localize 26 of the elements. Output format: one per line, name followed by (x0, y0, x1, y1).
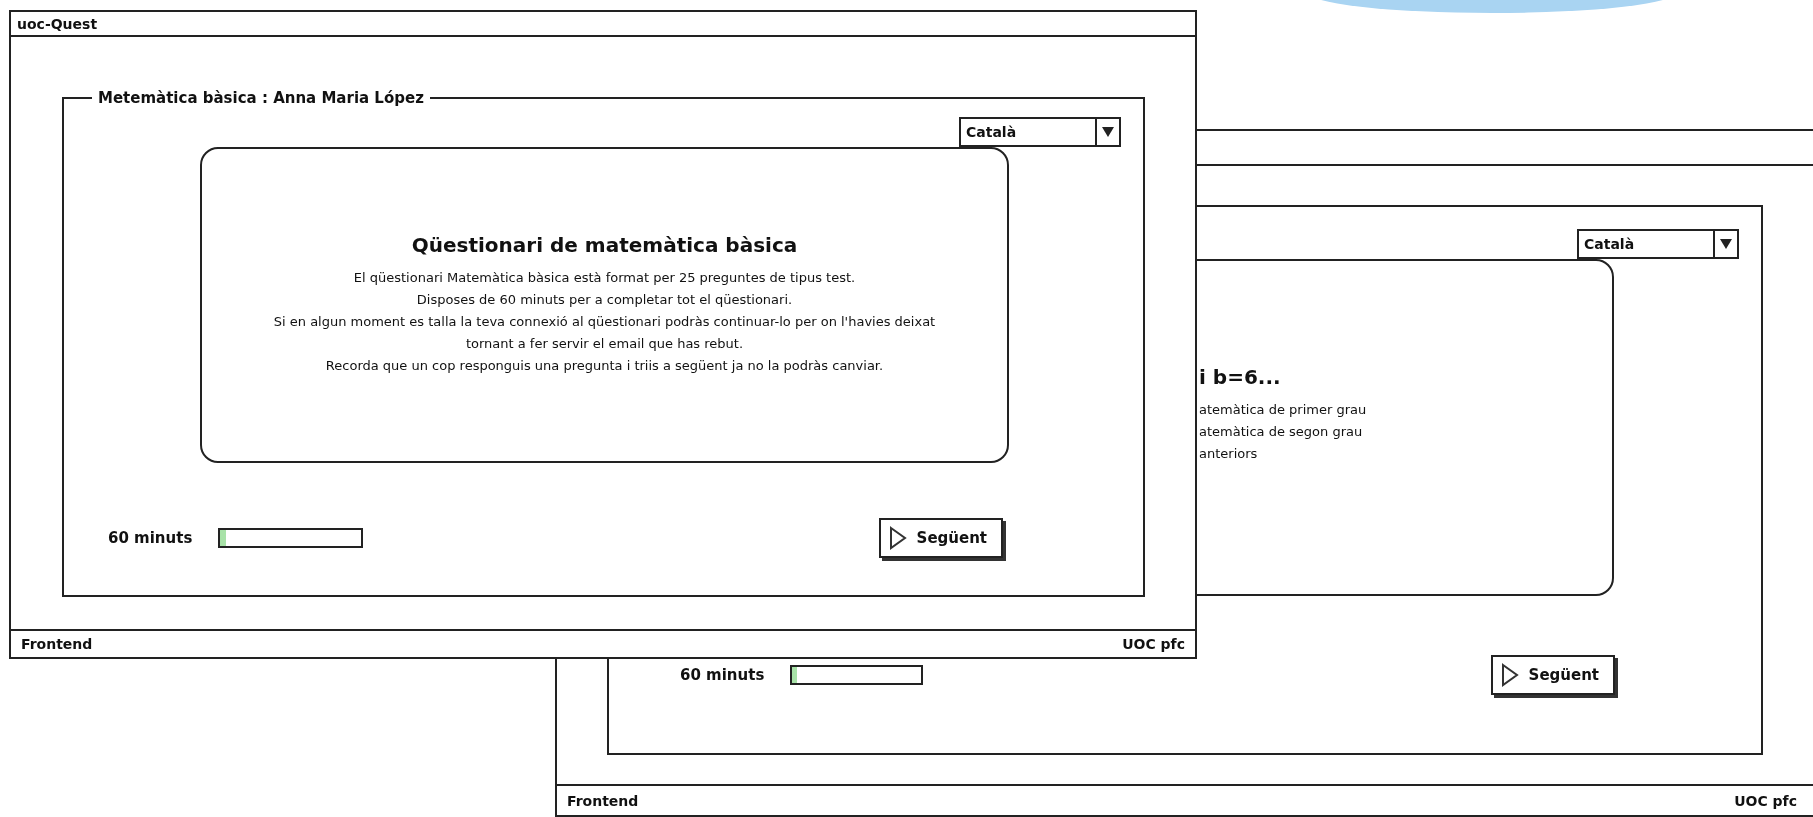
card-text: anteriors (1199, 445, 1258, 463)
status-text: UOC pfc (1122, 636, 1185, 652)
next-button[interactable]: Següent (878, 518, 1003, 558)
card-text: Disposes de 60 minuts per a completar tot el qüestionari. (416, 291, 793, 309)
language-dropdown[interactable]: Català (1577, 229, 1739, 259)
language-dropdown[interactable]: Català (959, 117, 1121, 147)
card-text: Si en algun moment es talla la teva connexió al qüestionari podràs continuar-lo per on l'havies deixat (273, 313, 936, 331)
card-text: Recorda que un cop responguis una pregunta i triis a següent ja no la podràs canviar. (325, 357, 884, 375)
caret-icon (1102, 127, 1114, 137)
card-text: tornant a fer servir el email que has rebut. (465, 335, 744, 353)
timer-label: 60 minuts (108, 529, 193, 547)
status-text: Frontend (567, 792, 639, 809)
play-icon (1500, 662, 1519, 687)
status-text: UOC pfc (1734, 792, 1797, 809)
next-button[interactable]: Següent (1490, 654, 1615, 695)
card-text: El qüestionari Matemàtica bàsica està format per 25 preguntes de tipus test. (353, 269, 856, 287)
card-text: atemàtica de segon grau (1199, 423, 1363, 441)
play-icon (888, 526, 907, 550)
card-heading: Qüestionari de matemàtica bàsica (411, 233, 798, 257)
timer-label: 60 minuts (680, 665, 765, 684)
status-text: Frontend (21, 636, 93, 652)
card-text: atemàtica de primer grau (1199, 401, 1367, 419)
card-heading: i b=6... (1199, 365, 1281, 389)
window-title: uoc-Quest (17, 15, 98, 32)
group-title: Metemàtica bàsica : Anna Maria López (97, 89, 425, 107)
caret-icon (1720, 239, 1732, 249)
